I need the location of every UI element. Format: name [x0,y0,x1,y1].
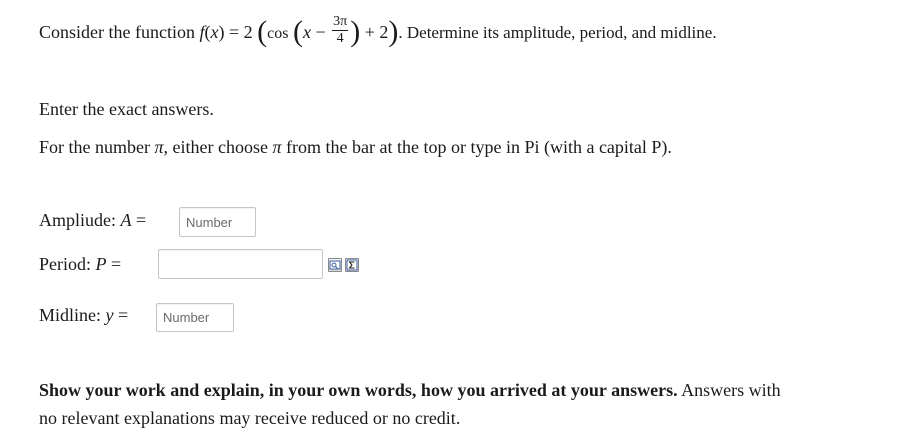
equals-sign: = [229,22,240,42]
instruction-text-c: from the bar at the top or type in Pi (w… [286,137,672,157]
paren-close: ) [218,22,225,42]
footer-line-2: no relevant explanations may receive red… [39,408,461,428]
footer-bold-text: Show your work and explain, in your own … [39,380,678,400]
equation-editor-button[interactable] [345,258,359,272]
amplitude-label-text: Ampliude: [39,210,116,230]
midline-label-text: Midline: [39,305,101,325]
fraction-numerator: 3π [332,14,349,32]
footer-text-rest: Answers with [681,380,781,400]
amplitude-var: A [120,210,132,230]
amplitude-equals: = [136,210,147,230]
period-input[interactable] [158,249,323,279]
midline-label: Midline: y = [39,305,128,326]
amplitude-input[interactable] [179,207,256,237]
midline-equals: = [118,305,129,325]
period-equals: = [111,254,122,274]
instruction-text-b: , either choose [163,137,268,157]
cos-label: cos [267,25,289,42]
inner-var: x [302,22,311,42]
instruction-line-1: Enter the exact answers. [39,99,214,119]
preview-icon [329,260,341,270]
function-var: x [210,22,219,42]
question-tail: . Determine its amplitude, period, and m… [398,23,717,42]
question-line: Consider the function f(x) = 2 (cos (x −… [39,14,717,50]
instruction-text-a: For the number [39,137,150,157]
question-intro: Consider the function [39,22,195,42]
big-paren-open: ( [257,15,268,48]
footer-line-1: Show your work and explain, in your own … [39,380,781,401]
period-var: P [95,254,107,274]
instruction-line-2: For the number π, either choose π from t… [39,137,672,158]
inner-paren-open: ( [292,15,303,48]
big-paren-close: ) [388,15,399,48]
midline-var: y [105,305,114,325]
minus-sign: − [315,22,326,42]
coefficient: 2 [243,22,253,42]
period-label: Period: P = [39,254,121,275]
pi-symbol: π [272,137,282,157]
preview-button[interactable] [328,258,342,272]
inner-paren-close: ) [350,15,361,48]
sigma-icon [346,259,358,271]
midline-input[interactable] [156,303,234,332]
plus-two: + 2 [364,22,389,42]
fraction: 3π 4 [332,14,349,47]
period-label-text: Period: [39,254,91,274]
pi-symbol: π [154,137,164,157]
amplitude-label: Ampliude: A = [39,210,146,231]
fraction-denominator: 4 [336,31,344,47]
